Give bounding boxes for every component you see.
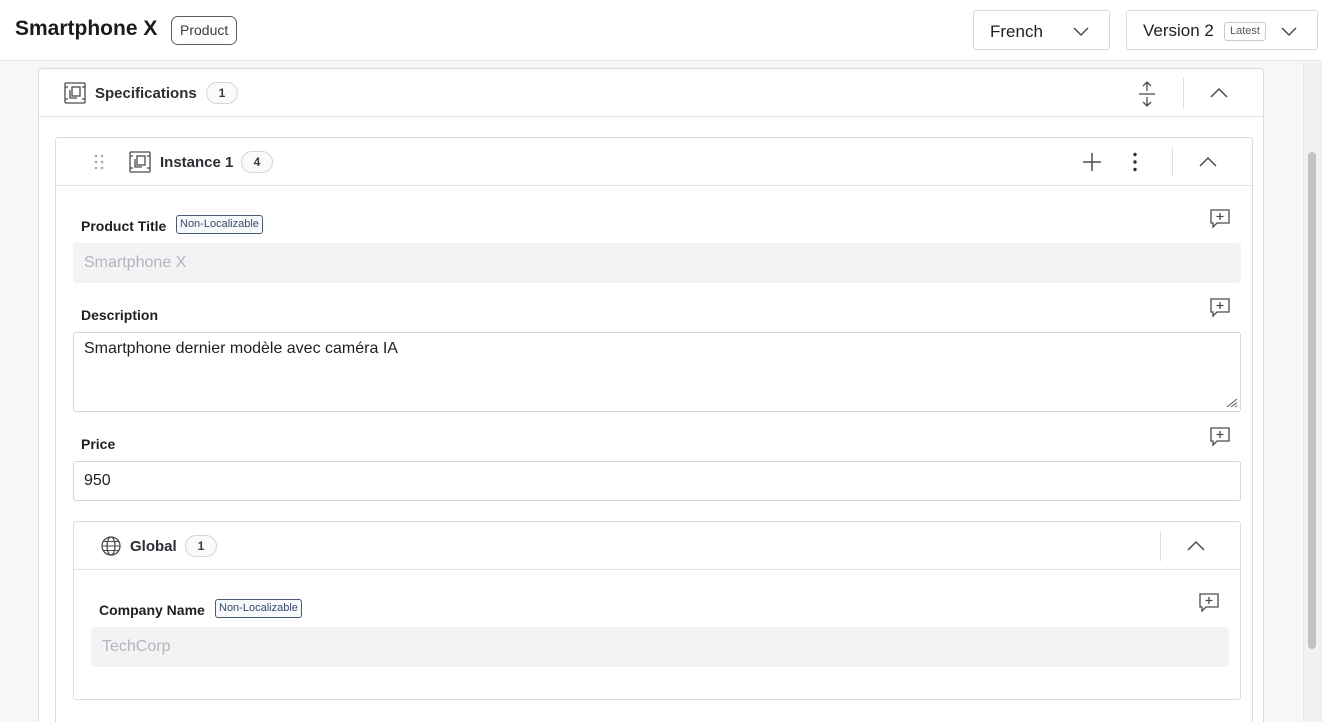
specifications-header[interactable]: Specifications 1 (39, 69, 1263, 117)
non-localizable-tag: Non-Localizable (215, 599, 302, 618)
global-header[interactable]: Global 1 (74, 522, 1240, 570)
comment-add-icon[interactable] (1209, 297, 1231, 319)
version-select-value: Version 2 (1143, 21, 1214, 40)
globe-icon (101, 536, 121, 556)
description-value: Smartphone dernier modèle avec caméra IA (84, 340, 398, 357)
instance-header[interactable]: Instance 1 4 (56, 138, 1252, 186)
language-select-value: French (990, 22, 1043, 41)
description-textarea[interactable]: Smartphone dernier modèle avec caméra IA (73, 332, 1241, 412)
non-localizable-tag: Non-Localizable (176, 215, 263, 234)
page-header: Smartphone X Product French Version 2 La… (0, 0, 1322, 61)
instance-panel: Instance 1 4 Product Title Non-Localizab… (55, 137, 1253, 722)
chevron-up-icon[interactable] (1209, 84, 1229, 102)
global-count: 1 (185, 535, 217, 557)
chevron-down-icon (1281, 27, 1297, 37)
comment-add-icon[interactable] (1198, 592, 1220, 614)
specifications-label: Specifications (95, 85, 197, 102)
specifications-panel: Specifications 1 Instance 1 4 Product Ti… (38, 68, 1264, 722)
global-panel: Global 1 Company Name Non-Localizable Te… (73, 521, 1241, 700)
chevron-down-icon (1073, 27, 1089, 37)
latest-tag: Latest (1224, 22, 1266, 41)
comment-add-icon[interactable] (1209, 426, 1231, 448)
component-icon (129, 151, 151, 173)
more-vertical-icon[interactable] (1132, 152, 1138, 172)
instance-label: Instance 1 (160, 154, 234, 171)
language-select[interactable]: French (973, 10, 1110, 50)
plus-icon[interactable] (1082, 152, 1102, 172)
type-badge: Product (171, 16, 238, 45)
component-icon (64, 82, 86, 104)
specifications-count: 1 (206, 82, 238, 104)
comment-add-icon[interactable] (1209, 208, 1231, 230)
divider (1183, 78, 1184, 108)
price-input[interactable]: 950 (73, 461, 1241, 501)
chevron-up-icon[interactable] (1186, 537, 1206, 555)
description-label: Description (81, 307, 159, 323)
page-title: Smartphone X (15, 17, 158, 40)
company-name-label: Company Name (99, 602, 205, 618)
global-label: Global (130, 538, 177, 555)
divider (1172, 147, 1173, 177)
expand-collapse-icon[interactable] (1136, 81, 1158, 107)
product-title-input[interactable]: Smartphone X (73, 243, 1241, 283)
chevron-up-icon[interactable] (1198, 153, 1218, 171)
price-label: Price (81, 436, 116, 452)
instance-count: 4 (241, 151, 273, 173)
product-title-label: Product Title (81, 218, 167, 234)
version-select[interactable]: Version 2 Latest (1126, 10, 1318, 50)
resize-handle-icon[interactable] (1226, 398, 1238, 408)
company-name-input[interactable]: TechCorp (91, 627, 1229, 667)
drag-handle-icon[interactable] (94, 154, 104, 170)
divider (1160, 531, 1161, 561)
scrollbar-thumb[interactable] (1308, 152, 1316, 649)
